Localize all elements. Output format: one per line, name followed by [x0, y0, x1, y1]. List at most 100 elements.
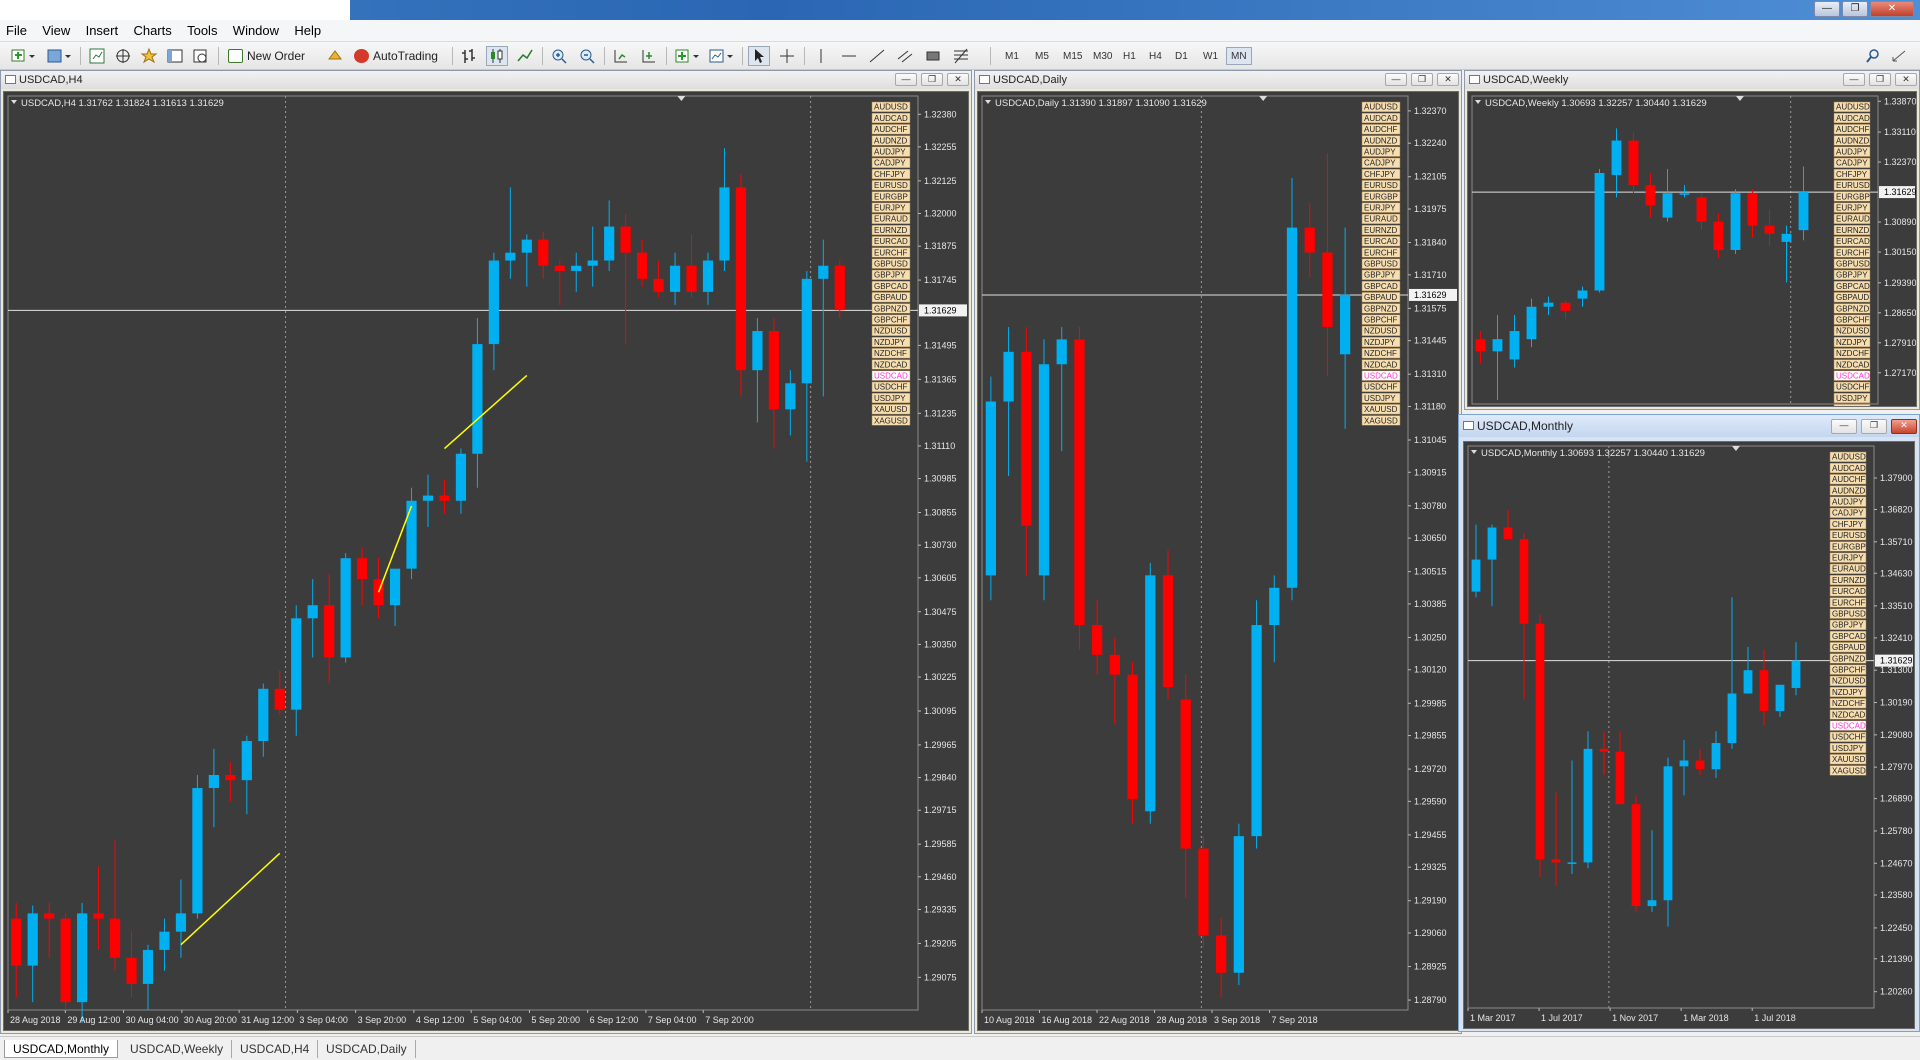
chart-area-weekly[interactable]: 1.33870 1.33110 1.32370 1.30890 1.30150 1.293… — [1467, 91, 1917, 407]
symbol-tag-label: EURAUD — [1832, 565, 1866, 574]
symbol-tag-label: NZDJPY — [1832, 688, 1864, 697]
menu-window[interactable]: Window — [227, 20, 285, 42]
symbol-tag-label: GBPCAD — [1832, 632, 1866, 641]
minimize-icon[interactable]: — — [1843, 73, 1865, 86]
minimize-icon[interactable]: — — [1385, 73, 1407, 86]
price-label: 1.20260 — [1880, 987, 1913, 997]
restore-icon[interactable]: ❐ — [1842, 1, 1868, 17]
tab-usdcad-daily[interactable]: USDCAD,Daily — [318, 1040, 416, 1058]
terminal-icon[interactable] — [164, 46, 186, 66]
crosshair-icon[interactable] — [776, 46, 798, 66]
chart-window-h4[interactable]: USDCAD,H4 — ❐ ✕ 1.32380 1.32255 1.32125 1.3… — [0, 70, 972, 1034]
close-icon[interactable]: ✕ — [947, 73, 969, 86]
timeframe-w1[interactable]: W1 — [1198, 47, 1223, 65]
symbol-tag-label: EURUSD — [874, 181, 908, 190]
chart-window-h4-title[interactable]: USDCAD,H4 — ❐ ✕ — [1, 71, 971, 89]
candle-bull — [1775, 684, 1785, 711]
tab-usdcad-h4[interactable]: USDCAD,H4 — [232, 1040, 319, 1058]
timeframe-m5[interactable]: M5 — [1030, 47, 1054, 65]
restore-icon[interactable]: ❐ — [1861, 419, 1887, 434]
chart-canvas-monthly[interactable]: 1.37900 1.36820 1.35710 1.34630 1.33510 1.324… — [1464, 442, 1915, 1029]
chart-area-monthly[interactable]: 1.37900 1.36820 1.35710 1.34630 1.33510 1.324… — [1463, 441, 1915, 1029]
chart-area-daily[interactable]: 1.32370 1.32240 1.32105 1.31975 1.31840 1.317… — [977, 91, 1459, 1031]
timeframe-d1[interactable]: D1 — [1170, 47, 1193, 65]
chart-canvas-weekly[interactable]: 1.33870 1.33110 1.32370 1.30890 1.30150 1.293… — [1468, 92, 1917, 407]
new-order-button[interactable]: New Order — [224, 46, 320, 66]
plot-frame — [1471, 95, 1879, 405]
autoscroll-icon[interactable] — [638, 46, 660, 66]
symbol-tag-label: NZDCAD — [874, 360, 908, 369]
chart-window-daily-title[interactable]: USDCAD,Daily — ❐ ✕ — [975, 71, 1461, 89]
experts-icon[interactable] — [324, 46, 346, 66]
fibonacci-icon[interactable] — [950, 46, 972, 66]
close-icon[interactable]: ✕ — [1891, 419, 1917, 434]
trendline-icon[interactable] — [866, 46, 888, 66]
zoom-out-icon[interactable] — [576, 46, 598, 66]
price-label: 1.29840 — [924, 773, 957, 783]
chart-window-daily[interactable]: USDCAD,Daily — ❐ ✕ 1.32370 1.32240 1.32105… — [974, 70, 1462, 1034]
menu-view[interactable]: View — [36, 20, 76, 42]
menu-insert[interactable]: Insert — [80, 20, 125, 42]
rectangle-icon[interactable] — [922, 46, 944, 66]
cursor-icon[interactable] — [748, 46, 770, 66]
chart-window-monthly[interactable]: USDCAD,Monthly — ❐ ✕ 1.37900 1.36820 1.357… — [1458, 414, 1920, 1032]
menu-charts[interactable]: Charts — [127, 20, 177, 42]
strategy-tester-icon[interactable] — [190, 46, 212, 66]
close-icon[interactable]: ✕ — [1870, 1, 1914, 17]
chart-window-monthly-title[interactable]: USDCAD,Monthly — ❐ ✕ — [1459, 415, 1919, 437]
menu-help[interactable]: Help — [288, 20, 327, 42]
timeframe-m30[interactable]: M30 — [1088, 47, 1117, 65]
close-icon[interactable]: ✕ — [1895, 73, 1917, 86]
chart-window-weekly[interactable]: USDCAD,Weekly — ❐ ✕ 1.33870 1.33110 1.3237… — [1464, 70, 1920, 410]
timeframe-m15[interactable]: M15 — [1058, 47, 1087, 65]
tab-usdcad-monthly[interactable]: USDCAD,Monthly — [4, 1040, 119, 1058]
chart-window-icon — [1469, 75, 1480, 84]
minimize-icon[interactable]: — — [1814, 1, 1840, 17]
candle-bull — [1056, 339, 1067, 365]
market-watch-icon[interactable] — [86, 46, 108, 66]
chart-canvas-daily[interactable]: 1.32370 1.32240 1.32105 1.31975 1.31840 1.317… — [978, 92, 1459, 1031]
horizontal-line-icon[interactable] — [838, 46, 860, 66]
autotrading-button[interactable]: AutoTrading — [350, 46, 446, 66]
chart-canvas-h4[interactable]: 1.32380 1.32255 1.32125 1.32000 1.31875 1.317… — [4, 92, 969, 1031]
candle-bull — [1743, 670, 1753, 694]
candlestick-icon[interactable] — [486, 46, 508, 66]
menu-bar: File View Insert Charts Tools Window Hel… — [0, 20, 1920, 42]
timeframe-h4[interactable]: H4 — [1144, 47, 1167, 65]
chart-window-weekly-title[interactable]: USDCAD,Weekly — ❐ ✕ — [1465, 71, 1919, 89]
indicators-icon[interactable] — [672, 46, 702, 66]
favorites-icon[interactable] — [138, 46, 160, 66]
minimize-icon[interactable]: — — [895, 73, 917, 86]
periods-icon[interactable] — [706, 46, 736, 66]
navigator-icon[interactable] — [112, 46, 134, 66]
bar-chart-icon[interactable] — [458, 46, 480, 66]
close-icon[interactable]: ✕ — [1437, 73, 1459, 86]
minimize-icon[interactable]: — — [1831, 419, 1857, 434]
symbol-tag-label: GBPAUD — [874, 293, 907, 302]
menu-tools[interactable]: Tools — [181, 20, 223, 42]
chart-shift-icon[interactable] — [610, 46, 632, 66]
chart-area-h4[interactable]: 1.32380 1.32255 1.32125 1.32000 1.31875 1.317… — [3, 91, 969, 1031]
fullscreen-icon[interactable] — [1888, 46, 1910, 66]
price-label: 1.30150 — [1884, 247, 1917, 257]
symbol-tag-label: GBPAUD — [1836, 293, 1869, 302]
symbol-tag-label: NZDCHF — [1832, 699, 1865, 708]
plot-frame — [7, 95, 919, 1011]
menu-file[interactable]: File — [0, 20, 33, 42]
new-chart-icon[interactable] — [8, 46, 38, 66]
candle-bear — [1475, 339, 1486, 352]
timeframe-h1[interactable]: H1 — [1118, 47, 1141, 65]
restore-icon[interactable]: ❐ — [1411, 73, 1433, 86]
restore-icon[interactable]: ❐ — [921, 73, 943, 86]
timeframe-m1[interactable]: M1 — [1000, 47, 1024, 65]
vertical-line-icon[interactable] — [810, 46, 832, 66]
timeframe-mn[interactable]: MN — [1226, 47, 1252, 65]
channel-icon[interactable] — [894, 46, 916, 66]
line-chart-icon[interactable] — [514, 46, 536, 66]
zoom-in-icon[interactable] — [548, 46, 570, 66]
symbol-tag-label: GBPCAD — [1836, 282, 1870, 291]
tab-usdcad-weekly[interactable]: USDCAD,Weekly — [122, 1040, 233, 1058]
search-icon[interactable] — [1862, 46, 1884, 66]
profiles-icon[interactable] — [44, 46, 74, 66]
restore-icon[interactable]: ❐ — [1869, 73, 1891, 86]
